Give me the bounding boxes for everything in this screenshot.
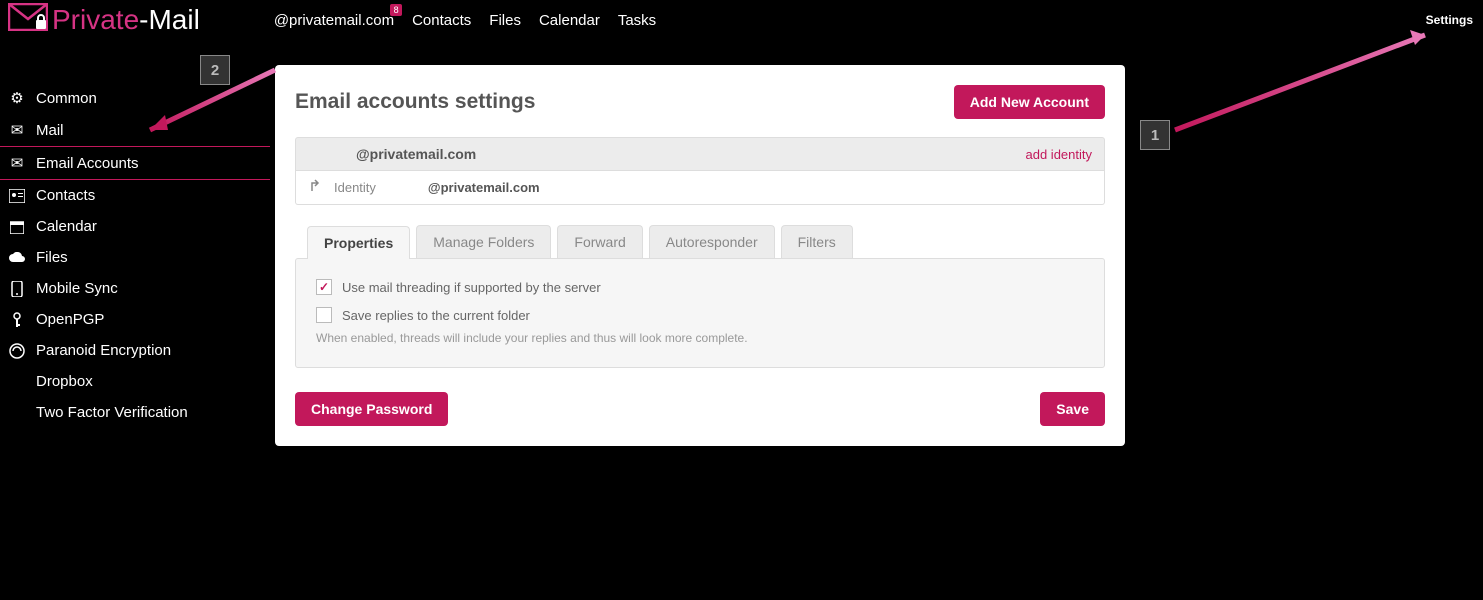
sidebar-item-label: Mail [36, 122, 64, 139]
sync-icon [8, 281, 26, 297]
tab-forward[interactable]: Forward [557, 225, 642, 258]
sidebar-item-mail[interactable]: ✉ Mail [0, 114, 270, 146]
settings-panel: Email accounts settings Add New Account … [275, 65, 1125, 446]
sidebar-item-label: Dropbox [36, 373, 93, 390]
tab-content: ✓ Use mail threading if supported by the… [295, 258, 1105, 368]
nav-tasks[interactable]: Tasks [618, 12, 656, 29]
account-email: @privatemail.com [356, 146, 476, 162]
nav-calendar[interactable]: Calendar [539, 12, 600, 29]
settings-sidebar: ⚙ Common ✉ Mail ✉ Email Accounts Contact… [0, 82, 270, 428]
identity-arrow-icon [308, 179, 322, 196]
panel-title: Email accounts settings [295, 90, 535, 114]
annotation-badge-2: 2 [200, 55, 230, 85]
sidebar-item-dropbox[interactable]: • Dropbox [0, 366, 270, 397]
sidebar-item-common[interactable]: ⚙ Common [0, 82, 270, 114]
logo: Private-Mail [8, 3, 200, 38]
sidebar-item-mobile-sync[interactable]: Mobile Sync [0, 273, 270, 304]
tab-manage-folders[interactable]: Manage Folders [416, 225, 551, 258]
cloud-icon [8, 252, 26, 264]
tab-properties[interactable]: Properties [307, 226, 410, 259]
shield-icon [8, 343, 26, 359]
sidebar-item-label: Email Accounts [36, 155, 139, 172]
sidebar-item-files[interactable]: Files [0, 242, 270, 273]
top-header: Private-Mail @privatemail.com 8 Contacts… [0, 0, 1483, 40]
sidebar-item-paranoid[interactable]: Paranoid Encryption [0, 335, 270, 366]
top-nav: @privatemail.com 8 Contacts Files Calend… [274, 12, 656, 29]
nav-files[interactable]: Files [489, 12, 521, 29]
add-account-button[interactable]: Add New Account [954, 85, 1105, 119]
account-row[interactable]: @privatemail.com add identity [295, 137, 1105, 171]
sidebar-item-contacts[interactable]: Contacts [0, 180, 270, 211]
sidebar-item-2fa[interactable]: • Two Factor Verification [0, 397, 270, 428]
gear-icon: ⚙ [8, 89, 26, 107]
save-replies-label: Save replies to the current folder [342, 308, 530, 323]
annotation-badge-1: 1 [1140, 120, 1170, 150]
nav-account-label: @privatemail.com [274, 12, 394, 29]
sidebar-item-calendar[interactable]: Calendar [0, 211, 270, 242]
identity-label: Identity [334, 180, 376, 195]
save-replies-checkbox[interactable] [316, 307, 332, 323]
envelope-icon: ✉ [8, 121, 26, 139]
sidebar-item-label: Mobile Sync [36, 280, 118, 297]
identity-email: @privatemail.com [428, 180, 540, 195]
sidebar-item-label: OpenPGP [36, 311, 104, 328]
save-button[interactable]: Save [1040, 392, 1105, 426]
tabs: Properties Manage Folders Forward Autore… [295, 225, 1105, 258]
add-identity-link[interactable]: add identity [1026, 147, 1093, 162]
key-icon [8, 312, 26, 328]
sidebar-item-label: Calendar [36, 218, 97, 235]
nav-account[interactable]: @privatemail.com 8 [274, 12, 394, 29]
panel-header: Email accounts settings Add New Account [295, 85, 1105, 119]
tab-autoresponder[interactable]: Autoresponder [649, 225, 775, 258]
sidebar-item-label: Contacts [36, 187, 95, 204]
tab-filters[interactable]: Filters [781, 225, 853, 258]
sidebar-item-label: Files [36, 249, 68, 266]
nav-badge: 8 [390, 4, 402, 16]
threading-row: ✓ Use mail threading if supported by the… [316, 279, 1084, 295]
logo-text-2: -Mail [139, 4, 200, 36]
threading-checkbox[interactable]: ✓ [316, 279, 332, 295]
threading-label: Use mail threading if supported by the s… [342, 280, 601, 295]
sidebar-item-openpgp[interactable]: OpenPGP [0, 304, 270, 335]
sidebar-item-email-accounts[interactable]: ✉ Email Accounts [0, 146, 270, 180]
sidebar-item-label: Two Factor Verification [36, 404, 188, 421]
calendar-icon [8, 220, 26, 234]
change-password-button[interactable]: Change Password [295, 392, 448, 426]
envelope-lock-icon [8, 3, 48, 38]
settings-link[interactable]: Settings [1426, 13, 1473, 27]
identity-row[interactable]: Identity @privatemail.com [295, 171, 1105, 205]
panel-footer: Change Password Save [295, 392, 1105, 426]
logo-text-1: Private [52, 4, 139, 36]
save-replies-row: Save replies to the current folder [316, 307, 1084, 323]
properties-block: Properties Manage Folders Forward Autore… [295, 225, 1105, 368]
sidebar-item-label: Common [36, 90, 97, 107]
contacts-icon [8, 189, 26, 203]
envelope-icon: ✉ [8, 154, 26, 172]
sidebar-item-label: Paranoid Encryption [36, 342, 171, 359]
nav-contacts[interactable]: Contacts [412, 12, 471, 29]
helper-text: When enabled, threads will include your … [316, 331, 1084, 345]
